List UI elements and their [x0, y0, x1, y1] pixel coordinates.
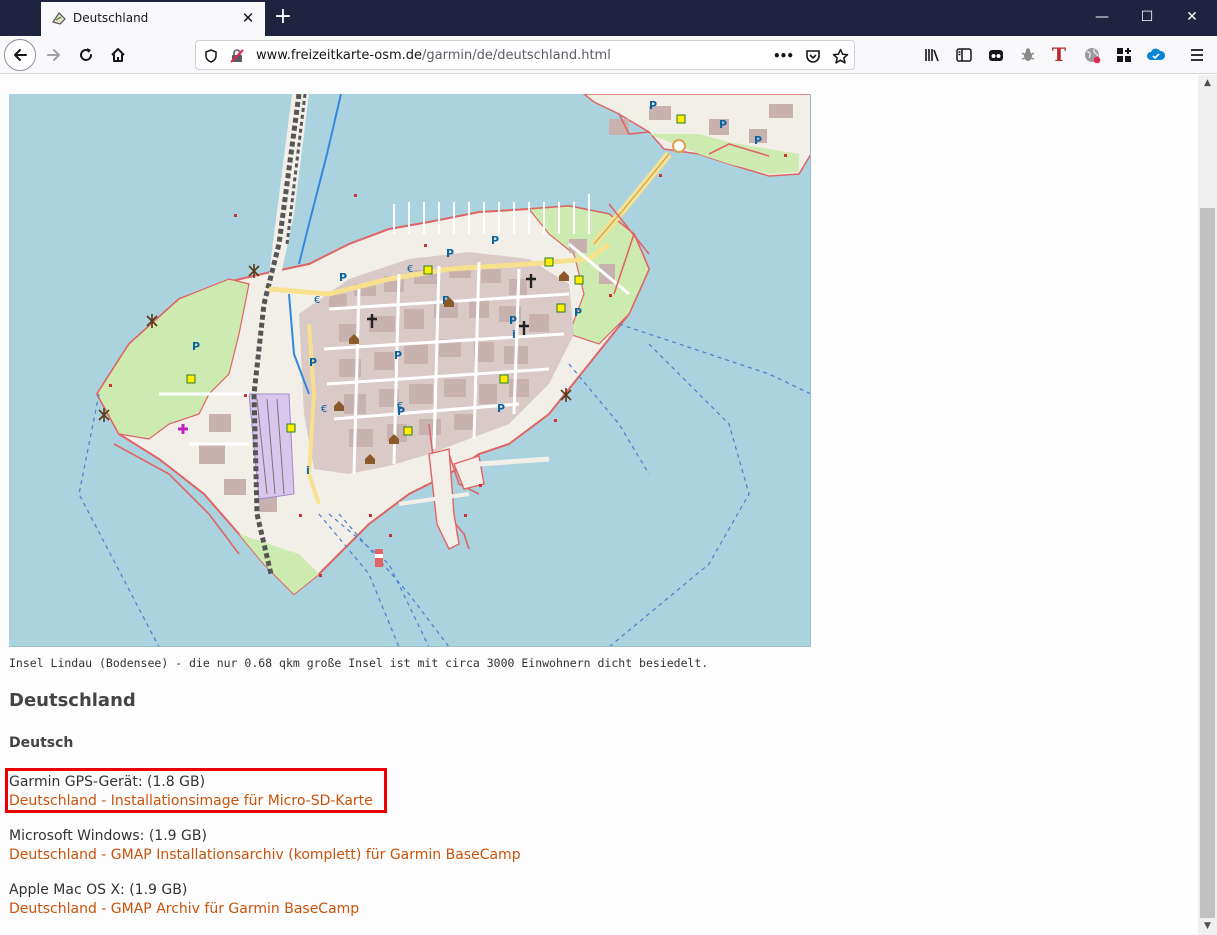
back-arrow-icon[interactable] — [4, 39, 36, 71]
svg-text:i: i — [512, 328, 516, 341]
svg-text:P: P — [574, 306, 582, 319]
download-link-mac-gmap[interactable]: Deutschland - GMAP Archiv für Garmin Bas… — [9, 901, 359, 917]
home-icon[interactable] — [102, 39, 134, 71]
url-bar[interactable]: www.freizeitkarte-osm.de/garmin/de/deuts… — [195, 40, 855, 70]
reload-icon[interactable] — [70, 39, 102, 71]
page-actions-icon[interactable]: ••• — [773, 47, 794, 65]
pocket-icon[interactable] — [804, 47, 822, 65]
url-path: /garmin/de/deutschland.html — [422, 48, 611, 63]
scrollbar-thumb[interactable] — [1200, 208, 1215, 918]
translate-extension-icon[interactable]: T — [1049, 44, 1069, 66]
tab-deutschland[interactable]: Deutschland ✕ — [41, 2, 265, 36]
map-image-lindau: PPPP PPPP PPPP PPii €€€€ — [9, 94, 811, 647]
tab-favicon-icon — [51, 10, 67, 26]
add-extension-icon[interactable] — [1114, 45, 1134, 65]
svg-text:€: € — [314, 295, 320, 306]
close-icon[interactable]: ✕ — [237, 7, 259, 29]
highlight-box — [5, 768, 387, 813]
svg-text:P: P — [719, 118, 727, 131]
vertical-scrollbar[interactable]: ▲ ▼ — [1198, 75, 1217, 935]
svg-text:P: P — [649, 99, 657, 112]
svg-text:€: € — [321, 404, 327, 415]
map-caption: Insel Lindau (Bodensee) - die nur 0.68 q… — [9, 656, 709, 670]
svg-text:€: € — [397, 401, 403, 412]
forward-arrow-icon[interactable] — [38, 39, 70, 71]
sidebar-icon[interactable] — [954, 45, 974, 65]
window-close-icon[interactable]: ✕ — [1180, 6, 1204, 28]
svg-text:P: P — [491, 234, 499, 247]
svg-text:P: P — [754, 134, 762, 147]
svg-text:P: P — [339, 271, 347, 284]
globe-extension-icon[interactable] — [1082, 45, 1102, 65]
insecure-lock-icon[interactable] — [228, 47, 246, 65]
title-bar: Deutschland ✕ + — ☐ ✕ — [0, 0, 1217, 36]
svg-text:P: P — [497, 402, 505, 415]
download-label-windows: Microsoft Windows: (1.9 GB) — [9, 828, 207, 844]
cloud-sync-icon[interactable] — [1146, 45, 1166, 65]
navigation-toolbar: www.freizeitkarte-osm.de/garmin/de/deuts… — [0, 36, 1217, 74]
minimize-icon[interactable]: — — [1090, 6, 1114, 28]
menu-icon[interactable] — [1187, 45, 1207, 65]
language-subheading: Deutsch — [9, 735, 74, 751]
url-text[interactable]: www.freizeitkarte-osm.de/garmin/de/deuts… — [256, 48, 611, 63]
download-link-windows-gmap[interactable]: Deutschland - GMAP Installationsarchiv (… — [9, 847, 521, 863]
url-host: www.freizeitkarte-osm.de — [256, 48, 423, 63]
star-icon[interactable] — [831, 47, 849, 65]
svg-text:€: € — [407, 264, 413, 275]
plus-icon[interactable]: + — [270, 4, 296, 30]
shield-icon[interactable] — [202, 47, 220, 65]
page-heading: Deutschland — [9, 690, 136, 711]
svg-text:i: i — [306, 464, 310, 477]
page-content: PPPP PPPP PPPP PPii €€€€ — [0, 75, 1198, 935]
scroll-down-arrow-icon[interactable]: ▼ — [1198, 918, 1217, 935]
scroll-up-arrow-icon[interactable]: ▲ — [1198, 75, 1217, 92]
svg-text:P: P — [446, 247, 454, 260]
maximize-icon[interactable]: ☐ — [1135, 6, 1159, 28]
svg-text:P: P — [192, 340, 200, 353]
library-icon[interactable] — [922, 45, 942, 65]
svg-text:P: P — [394, 349, 402, 362]
svg-text:P: P — [309, 356, 317, 369]
tab-manager-extension-icon[interactable] — [986, 45, 1006, 65]
download-label-mac: Apple Mac OS X: (1.9 GB) — [9, 882, 188, 898]
svg-text:P: P — [509, 314, 517, 327]
tab-title: Deutschland — [73, 11, 149, 25]
bug-extension-icon[interactable] — [1018, 45, 1038, 65]
